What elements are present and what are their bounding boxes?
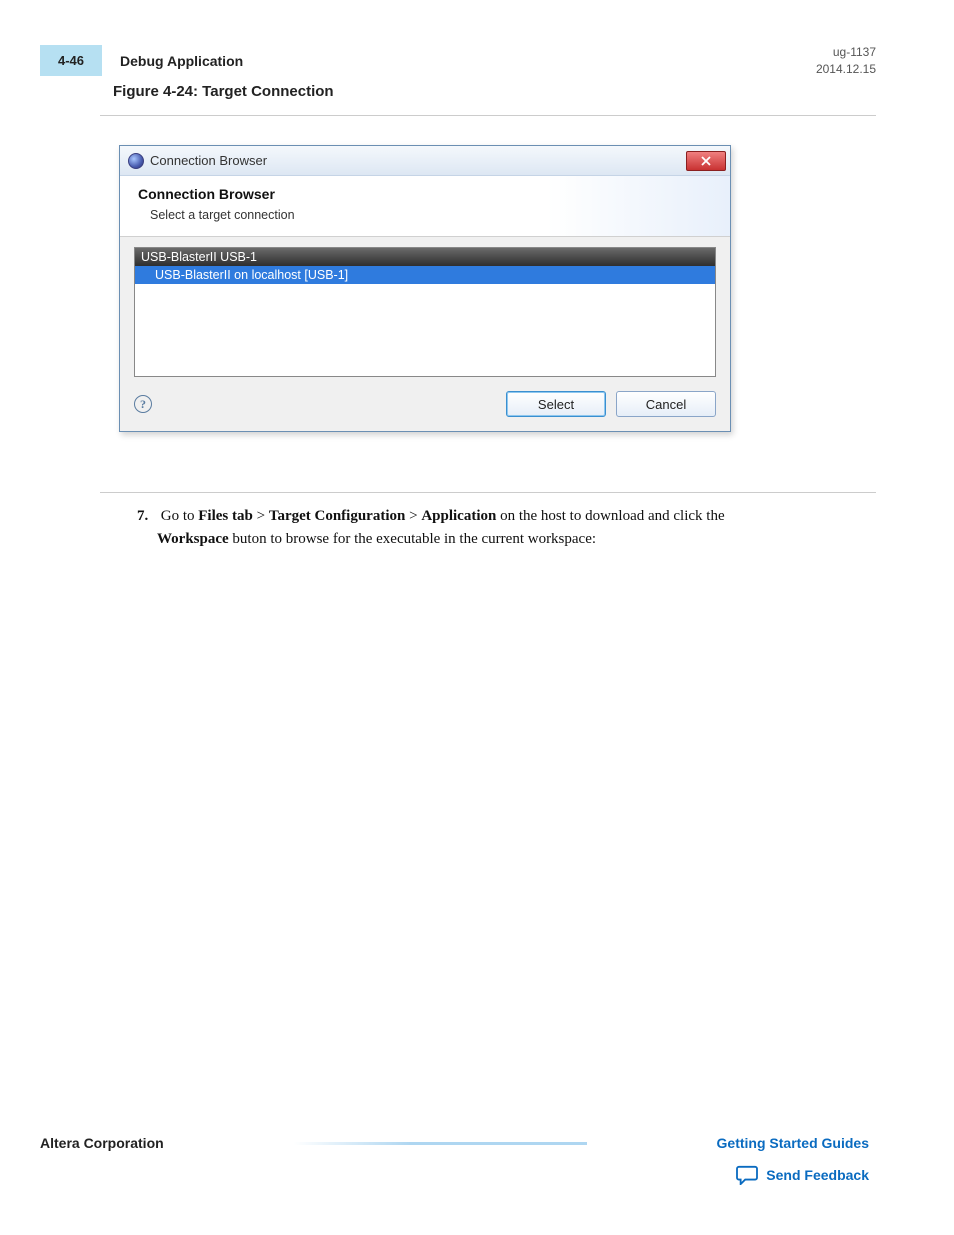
- button-row: ? Select Cancel: [120, 381, 730, 431]
- select-button[interactable]: Select: [506, 391, 606, 417]
- doc-id: ug-1137: [816, 44, 876, 61]
- page-footer: Altera Corporation Getting Started Guide…: [40, 1135, 869, 1185]
- step-text: >: [405, 508, 421, 524]
- titlebar: Connection Browser: [120, 146, 730, 176]
- feedback-label: Send Feedback: [766, 1167, 869, 1183]
- step-bold: Files tab: [198, 508, 253, 524]
- header-right: ug-1137 2014.12.15: [816, 44, 876, 78]
- step-text: >: [253, 508, 269, 524]
- doc-date: 2014.12.15: [816, 61, 876, 78]
- cancel-button[interactable]: Cancel: [616, 391, 716, 417]
- speech-bubble-icon: [736, 1165, 758, 1185]
- footer-top: Altera Corporation Getting Started Guide…: [40, 1135, 869, 1151]
- step-number: 7.: [137, 505, 157, 528]
- help-icon[interactable]: ?: [134, 395, 152, 413]
- send-feedback-link[interactable]: Send Feedback: [40, 1165, 869, 1185]
- step-text: Go to: [161, 508, 199, 524]
- list-item-selected[interactable]: USB-BlasterII on localhost [USB-1]: [135, 266, 715, 284]
- company-name: Altera Corporation: [40, 1135, 164, 1151]
- titlebar-text: Connection Browser: [150, 153, 267, 168]
- eclipse-icon: [128, 153, 144, 169]
- close-icon: [701, 156, 711, 166]
- section-title: Debug Application: [120, 53, 243, 69]
- dialog-buttons: Select Cancel: [506, 391, 716, 417]
- page-header: 4-46 Debug Application ug-1137 2014.12.1…: [40, 44, 876, 78]
- step-bold: Target Configuration: [269, 508, 406, 524]
- step-text: on the host to download and click the: [496, 508, 724, 524]
- step-text: buton to browse for the executable in th…: [229, 531, 596, 547]
- connection-list[interactable]: USB-BlasterII USB-1 USB-BlasterII on loc…: [134, 247, 716, 377]
- footer-bar: [294, 1142, 587, 1145]
- titlebar-left: Connection Browser: [128, 153, 267, 169]
- dialog-header-area: Connection Browser Select a target conne…: [120, 176, 730, 237]
- step-7: 7. Go to Files tab > Target Configuratio…: [137, 505, 854, 552]
- divider: [100, 492, 876, 493]
- figure-caption: Figure 4-24: Target Connection: [113, 83, 334, 100]
- step-bold: Application: [421, 508, 496, 524]
- page-number: 4-46: [40, 45, 102, 76]
- dialog-header-title: Connection Browser: [138, 186, 712, 202]
- header-left: 4-46 Debug Application: [40, 45, 243, 76]
- connection-browser-dialog: Connection Browser Connection Browser Se…: [119, 145, 731, 432]
- list-area: USB-BlasterII USB-1 USB-BlasterII on loc…: [120, 237, 730, 381]
- step-bold: Workspace: [157, 531, 229, 547]
- dialog-header-subtitle: Select a target connection: [138, 208, 712, 222]
- divider: [100, 115, 876, 116]
- close-button[interactable]: [686, 151, 726, 171]
- getting-started-link[interactable]: Getting Started Guides: [717, 1135, 869, 1151]
- list-group-header[interactable]: USB-BlasterII USB-1: [135, 248, 715, 266]
